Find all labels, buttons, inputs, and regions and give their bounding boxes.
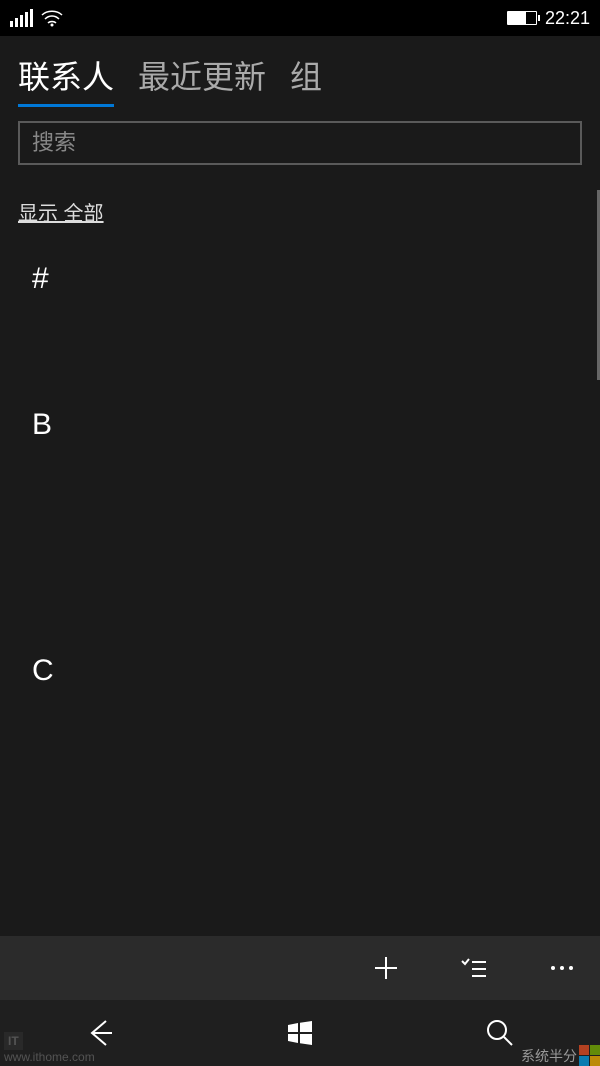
wifi-icon [41, 9, 63, 27]
search-input[interactable] [18, 121, 582, 165]
checklist-icon [460, 954, 488, 982]
tab-contacts[interactable]: 联系人 [18, 52, 114, 107]
add-button[interactable] [366, 948, 406, 988]
ellipsis-icon [548, 963, 576, 973]
filter-button[interactable] [454, 948, 494, 988]
tab-bar: 联系人 最近更新 组 [0, 36, 600, 115]
clock-time: 22:21 [545, 8, 590, 29]
filter-link[interactable]: 显示 全部 [18, 203, 104, 225]
watermark-right-text: 系统半分 [521, 1046, 577, 1066]
section-header-c[interactable]: C [18, 628, 582, 714]
ms-logo-icon [579, 1045, 600, 1066]
windows-icon [286, 1019, 314, 1047]
signal-icon [10, 9, 33, 27]
filter-row: 显示 全部 [0, 175, 600, 236]
section-header-b[interactable]: B [18, 382, 582, 468]
status-bar: 22:21 [0, 0, 600, 36]
search-icon [485, 1018, 515, 1048]
battery-icon [507, 11, 537, 25]
watermark-right: 系统半分 [521, 1045, 600, 1066]
section-header-hash[interactable]: # [18, 236, 582, 322]
status-right: 22:21 [507, 8, 590, 29]
tab-recent[interactable]: 最近更新 [138, 52, 266, 107]
more-button[interactable] [542, 948, 582, 988]
search-container [0, 115, 600, 175]
watermark-left-text: www.ithome.com [4, 1050, 95, 1064]
status-left [10, 9, 63, 27]
tab-groups[interactable]: 组 [290, 52, 322, 107]
plus-icon [372, 954, 400, 982]
contacts-list: # B C [0, 236, 600, 714]
watermark-left: IT www.ithome.com [0, 1030, 99, 1066]
nav-home-button[interactable] [270, 1008, 330, 1058]
app-bar [0, 936, 600, 1000]
